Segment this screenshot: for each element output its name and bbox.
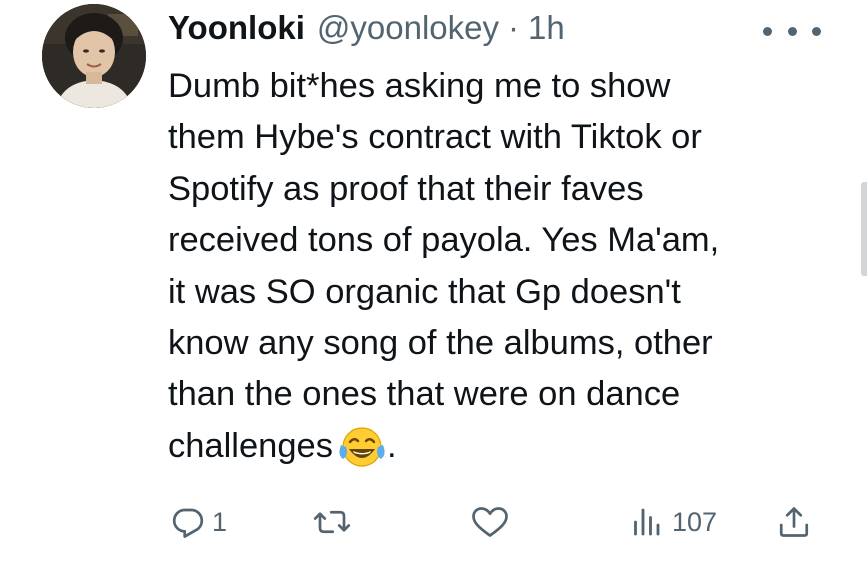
tweet-text-line-last: challenges . — [168, 421, 828, 472]
more-horizontal-icon[interactable] — [763, 22, 821, 40]
reply-button[interactable]: 1 — [170, 496, 227, 548]
action-bar: 1 107 — [0, 496, 867, 548]
retweet-icon — [313, 510, 351, 534]
retweet-button[interactable] — [312, 496, 358, 548]
like-button[interactable] — [470, 496, 516, 548]
heart-icon — [472, 507, 508, 537]
face-with-tears-of-joy-icon — [337, 425, 387, 469]
tweet-text-line: than the ones that were on dance — [168, 375, 681, 414]
tweet-header: Yoonloki @yoonlokey · 1h — [168, 8, 565, 48]
tweet-text-line: Spotify as proof that their faves — [168, 169, 644, 208]
tweet-text-line: it was SO organic that Gp doesn't — [168, 272, 681, 311]
tweet-text-line: received tons of payola. Yes Ma'am, — [168, 221, 720, 260]
share-button[interactable] — [776, 496, 812, 548]
display-name[interactable]: Yoonloki — [168, 8, 305, 48]
tweet-text: Dumb bit*hes asking me to show them Hybe… — [168, 61, 828, 472]
timestamp[interactable]: 1h — [528, 8, 565, 48]
tweet-text-line: know any song of the albums, other — [168, 323, 713, 362]
tweet-text-line: them Hybe's contract with Tiktok or — [168, 118, 702, 157]
more-dot — [787, 26, 797, 36]
tweet-text-period: . — [386, 426, 397, 465]
reply-count: 1 — [212, 506, 228, 537]
tweet-text-line: Dumb bit*hes asking me to show — [168, 67, 671, 105]
view-count: 107 — [672, 506, 718, 537]
more-dot — [812, 26, 821, 36]
views-button[interactable]: 107 — [626, 496, 717, 548]
share-icon — [779, 507, 809, 537]
tweet-text-fragment: challenges — [168, 426, 333, 465]
scrollbar[interactable] — [861, 182, 867, 276]
more-dot — [763, 26, 772, 36]
avatar[interactable] — [42, 4, 146, 108]
reply-icon — [172, 508, 204, 538]
views-icon — [634, 508, 660, 536]
user-handle[interactable]: @yoonlokey — [317, 8, 499, 48]
separator-dot: · — [508, 9, 519, 46]
